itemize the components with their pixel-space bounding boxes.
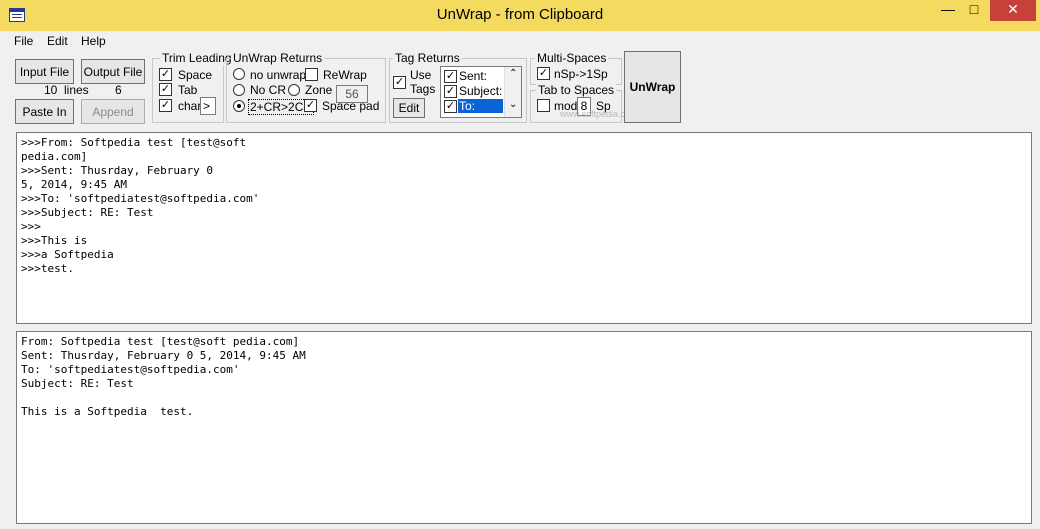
- tag-list-scrollbar[interactable]: ⌃ ⌄: [504, 67, 521, 117]
- tag-to-label: To:: [458, 99, 503, 113]
- rewrap-label: ReWrap: [323, 68, 367, 82]
- input-file-button[interactable]: Input File: [15, 59, 74, 84]
- minimize-button[interactable]: —: [935, 0, 961, 21]
- window-title: UnWrap - from Clipboard: [436, 6, 604, 23]
- output-file-button[interactable]: Output File: [81, 59, 145, 84]
- trim-space-label: Space: [178, 68, 213, 82]
- trim-char-input[interactable]: >: [200, 97, 216, 115]
- input-text[interactable]: >>>From: Softpedia test [test@soft pedia…: [17, 133, 1031, 279]
- unwrap-button[interactable]: UnWrap: [624, 51, 681, 123]
- tag-subject-label: Subject:: [459, 84, 503, 98]
- use-tags-checkbox[interactable]: ✓: [393, 76, 406, 89]
- use-tags-label: Use Tags: [410, 68, 436, 96]
- trim-char-checkbox[interactable]: ✓: [159, 99, 172, 112]
- input-text-pane[interactable]: >>>From: Softpedia test [test@soft pedia…: [16, 132, 1032, 324]
- lines-label: lines: [64, 83, 89, 97]
- close-icon: ✕: [1007, 1, 1019, 17]
- no-cr-label: No CR: [250, 83, 287, 97]
- trim-tab-checkbox[interactable]: ✓: [159, 83, 172, 96]
- tag-returns-title: Tag Returns: [393, 51, 462, 65]
- zone-label: Zone: [305, 83, 333, 97]
- output-text-pane[interactable]: From: Softpedia test [test@soft pedia.co…: [16, 331, 1032, 524]
- no-cr-radio[interactable]: [233, 84, 245, 96]
- space-pad-checkbox[interactable]: ✓: [304, 99, 317, 112]
- paste-in-button[interactable]: Paste In: [15, 99, 74, 124]
- maximize-icon: □: [969, 1, 979, 17]
- trim-tab-label: Tab: [178, 83, 198, 97]
- tag-to-checkbox[interactable]: ✓: [444, 100, 457, 113]
- tag-sent-label: Sent:: [459, 69, 488, 83]
- unwrap-returns-title: UnWrap Returns: [231, 51, 325, 65]
- output-line-count: 6: [115, 83, 122, 97]
- two-cr-radio[interactable]: [233, 100, 245, 112]
- tab-to-spaces-title: Tab to Spaces: [536, 83, 617, 97]
- mod-checkbox[interactable]: [537, 99, 550, 112]
- maximize-button[interactable]: □: [961, 0, 987, 21]
- no-unwrap-radio[interactable]: [233, 68, 245, 80]
- menu-file[interactable]: File: [14, 34, 33, 48]
- nsp-checkbox[interactable]: ✓: [537, 67, 550, 80]
- nsp-label: nSp->1Sp: [554, 67, 608, 81]
- zone-radio[interactable]: [288, 84, 300, 96]
- menu-bar: File Edit Help: [0, 31, 1040, 51]
- title-bar: UnWrap - from Clipboard — □ ✕: [0, 0, 1040, 31]
- multi-spaces-title: Multi-Spaces: [535, 51, 609, 65]
- rewrap-checkbox[interactable]: [305, 68, 318, 81]
- trim-char-label: char: [178, 99, 202, 113]
- close-button[interactable]: ✕: [990, 0, 1036, 21]
- tag-subject-checkbox[interactable]: ✓: [444, 85, 457, 98]
- tag-sent-checkbox[interactable]: ✓: [444, 70, 457, 83]
- scroll-up-icon[interactable]: ⌃: [509, 68, 517, 79]
- minimize-icon: —: [941, 1, 955, 17]
- no-unwrap-label: no unwrap: [250, 68, 307, 82]
- menu-help[interactable]: Help: [81, 34, 106, 48]
- scroll-down-icon[interactable]: ⌄: [509, 99, 517, 110]
- input-line-count: 10: [44, 83, 58, 97]
- space-pad-label: Space pad: [322, 99, 380, 113]
- output-text[interactable]: From: Softpedia test [test@soft pedia.co…: [17, 332, 1031, 422]
- menu-edit[interactable]: Edit: [47, 34, 68, 48]
- append-button[interactable]: Append: [81, 99, 145, 124]
- edit-tags-button[interactable]: Edit: [393, 98, 425, 118]
- tag-list[interactable]: ✓ Sent: ✓ Subject: ✓ To: ⌃ ⌄: [440, 66, 522, 118]
- trim-leading-title: Trim Leading: [160, 51, 234, 65]
- trim-space-checkbox[interactable]: ✓: [159, 68, 172, 81]
